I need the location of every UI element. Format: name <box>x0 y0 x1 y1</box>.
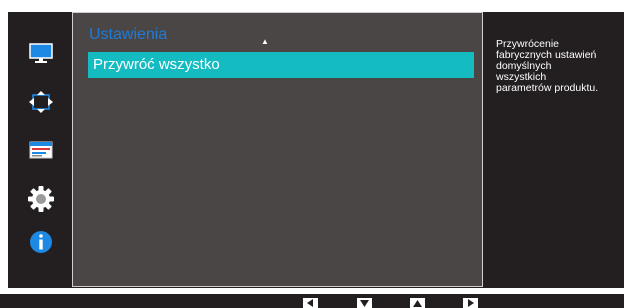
screen-size-icon[interactable] <box>28 91 54 113</box>
help-panel: Przywrócenie fabrycznych ustawień domyśl… <box>483 12 624 288</box>
menu-item-reset-all[interactable]: Przywróć wszystko <box>88 52 474 78</box>
settings-gear-icon[interactable] <box>28 184 54 214</box>
category-rail <box>8 12 72 288</box>
information-icon[interactable] <box>28 229 54 255</box>
monitor-icon[interactable] <box>28 43 54 65</box>
help-text: Przywrócenie fabrycznych ustawień domyśl… <box>496 38 599 94</box>
scroll-up-indicator[interactable]: ▲ <box>261 37 269 46</box>
adjustment-bars-icon[interactable] <box>28 139 54 161</box>
down-arrow-icon[interactable] <box>357 298 372 308</box>
left-arrow-icon[interactable] <box>303 298 318 308</box>
up-arrow-icon[interactable] <box>410 298 425 308</box>
right-arrow-icon[interactable] <box>463 298 478 308</box>
settings-menu-panel: Ustawienia ▲ Przywróć wszystko <box>72 12 483 287</box>
menu-item-label: Przywróć wszystko <box>93 56 220 73</box>
menu-title: Ustawienia <box>89 26 168 43</box>
